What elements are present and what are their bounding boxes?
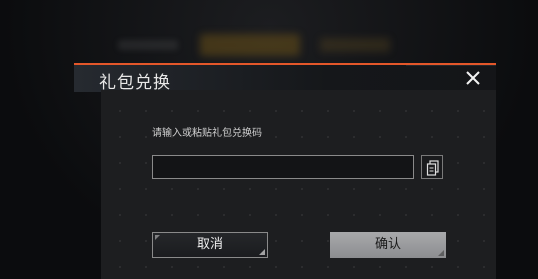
gift-code-input[interactable] [152,155,414,179]
game-screen: 礼包兑换 请输入或粘贴礼包兑换码 取消 确认 [0,0,538,279]
background-blurred-text [118,40,178,50]
paste-icon [426,160,439,176]
close-icon [466,71,480,85]
cancel-button[interactable]: 取消 [152,232,268,258]
prompt-label: 请输入或粘贴礼包兑换码 [152,128,262,139]
confirm-button[interactable]: 确认 [330,232,446,258]
background-blurred-button [200,34,300,56]
paste-button[interactable] [421,155,443,179]
background-blurred-element [320,38,390,52]
close-button[interactable] [462,67,484,89]
dialog-header: 礼包兑换 [74,63,496,93]
